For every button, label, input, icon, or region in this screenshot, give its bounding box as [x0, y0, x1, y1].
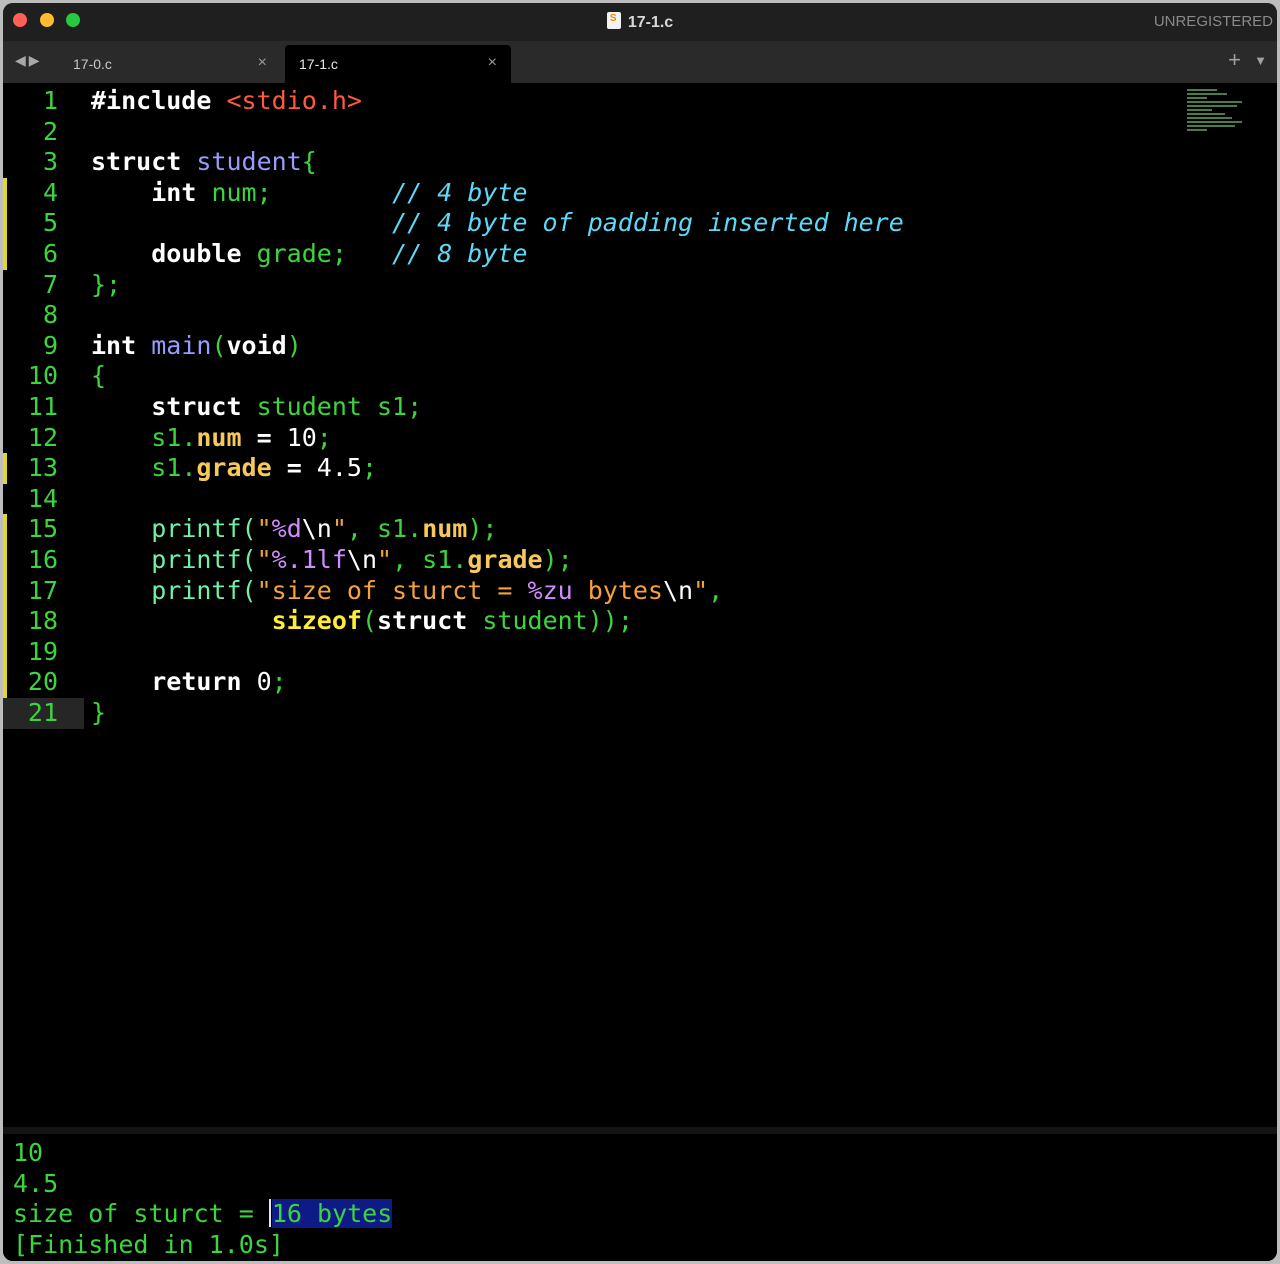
tab-label: 17-0.c	[73, 56, 112, 72]
code-line-13: s1.grade = 4.5;	[151, 453, 378, 483]
line-number: 18	[3, 606, 84, 637]
code-line-20: return 0;	[151, 667, 287, 697]
code-line-10: {	[91, 361, 107, 391]
code-line-1: #include <stdio.h>	[91, 86, 362, 115]
prev-tab-icon[interactable]: ◀	[15, 52, 29, 68]
code-line-6: double grade; // 8 byte	[151, 239, 528, 268]
line-number: 13	[3, 453, 84, 484]
code-line-5: // 4 byte of padding inserted here	[392, 208, 904, 238]
file-icon	[606, 12, 621, 29]
tab-17-1[interactable]: 17-1.c ×	[285, 45, 511, 83]
output-line-4: [Finished in 1.0s]	[13, 1229, 284, 1259]
line-number: 5	[3, 208, 84, 239]
window-title: 17-1.c	[3, 12, 1277, 32]
line-number: 14	[27, 483, 58, 513]
tab-nav-arrows[interactable]: ◀▶	[15, 52, 43, 69]
code-line-15: printf("%d\n", s1.num);	[151, 514, 498, 544]
output-line-3: size of sturct = 16 bytes	[13, 1199, 393, 1230]
code-line-3: struct student{	[91, 147, 317, 177]
line-number: 8	[42, 300, 58, 330]
tab-close-icon[interactable]: ×	[488, 54, 497, 72]
line-number: 10	[27, 361, 58, 391]
build-output-panel[interactable]: 10 4.5 size of sturct = 16 bytes [Finish…	[3, 1134, 1277, 1261]
code-line-18: sizeof(struct student));	[271, 606, 633, 636]
output-line-3-text: size of sturct =	[13, 1199, 269, 1229]
title-bar: 17-1.c UNREGISTERED	[3, 3, 1277, 41]
code-line-9: int main(void)	[91, 330, 302, 360]
line-number: 16	[3, 545, 84, 576]
new-tab-icon[interactable]: +	[1228, 47, 1241, 73]
line-number: 2	[42, 116, 58, 146]
code-line-12: s1.num = 10;	[151, 422, 332, 452]
code-line-21: }	[91, 698, 107, 727]
line-number: 6	[3, 239, 84, 270]
code-editor[interactable]: 1 2 3 4 5 6 7 8 9 10 11 12 13 14 15 16 17 18 19 20 21 #inclu…	[3, 83, 1277, 1127]
line-number: 20	[3, 667, 84, 698]
line-number: 9	[42, 330, 58, 360]
line-number: 1	[42, 86, 58, 115]
code-line-7: };	[91, 269, 122, 299]
line-number: 7	[42, 269, 58, 299]
tab-17-0[interactable]: 17-0.c ×	[59, 45, 281, 83]
panel-divider[interactable]	[3, 1127, 1277, 1134]
line-number: 3	[42, 147, 58, 177]
minimap[interactable]	[1187, 89, 1247, 149]
tab-dropdown-icon[interactable]: ▼	[1254, 53, 1267, 68]
code-line-11: struct student s1;	[151, 392, 423, 421]
code-line-17: printf("size of sturct = %zu bytes\n",	[151, 575, 724, 605]
line-number: 19	[3, 636, 84, 668]
code-line-4: int num; // 4 byte	[151, 177, 528, 207]
line-number: 4	[3, 177, 84, 209]
line-number: 11	[27, 392, 58, 421]
line-number: 21	[3, 698, 84, 729]
text-cursor	[268, 1199, 271, 1228]
tab-close-icon[interactable]: ×	[258, 54, 267, 72]
tab-bar: ◀▶ 17-0.c × 17-1.c × + ▼	[3, 41, 1277, 83]
line-number: 15	[3, 514, 84, 545]
selected-output-text: 16 bytes	[271, 1199, 393, 1229]
line-number: 12	[27, 422, 58, 452]
unregistered-label: UNREGISTERED	[1153, 13, 1273, 30]
tab-label: 17-1.c	[299, 56, 338, 72]
window-title-text: 17-1.c	[627, 14, 674, 31]
code-line-16: printf("%.1lf\n", s1.grade);	[151, 545, 573, 574]
output-line-1: 10	[13, 1138, 44, 1167]
next-tab-icon[interactable]: ▶	[29, 52, 43, 68]
editor-window: 17-1.c UNREGISTERED ◀▶ 17-0.c × 17-1.c ×…	[3, 3, 1277, 1261]
output-line-2: 4.5	[13, 1168, 59, 1198]
line-number: 17	[3, 575, 84, 607]
